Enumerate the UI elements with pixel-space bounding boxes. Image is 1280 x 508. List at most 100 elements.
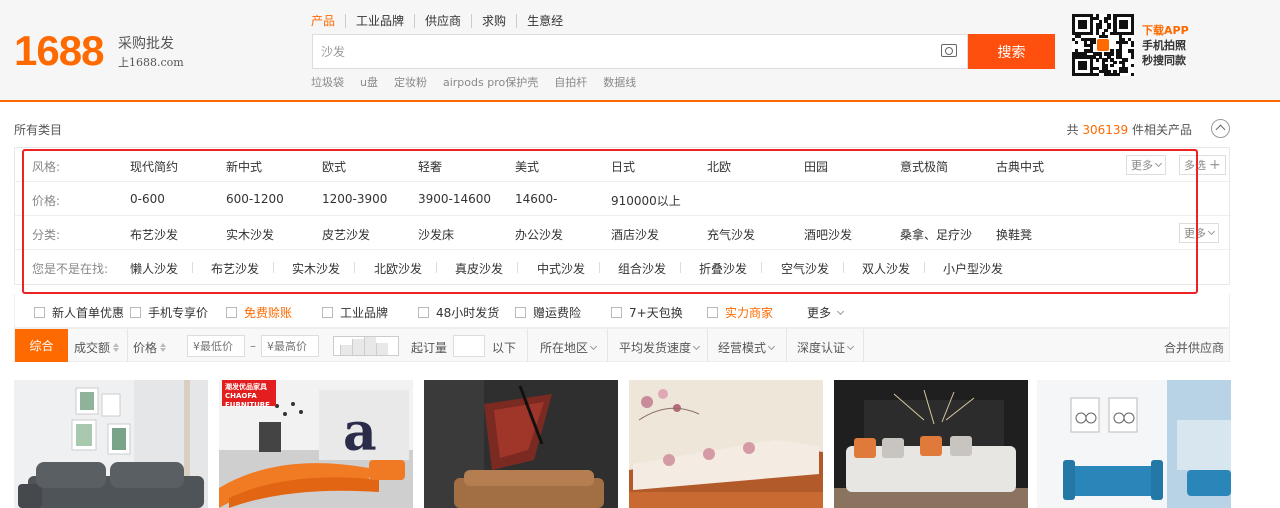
min-price-input[interactable] <box>187 335 245 357</box>
suggest-option[interactable]: 折叠沙发 <box>699 260 747 277</box>
camera-icon[interactable] <box>941 44 957 57</box>
filter-option[interactable]: 田园 <box>804 158 828 175</box>
check-48h-shipping[interactable]: 48小时发货 <box>418 304 499 321</box>
filter-option[interactable]: 古典中式 <box>996 158 1044 175</box>
filter-option[interactable]: 桑拿、足疗沙 <box>900 226 972 243</box>
checkbox[interactable] <box>418 307 429 318</box>
filter-option[interactable]: 轻奢 <box>418 158 442 175</box>
suggest-option[interactable]: 双人沙发 <box>862 260 910 277</box>
hot-word[interactable]: 垃圾袋 <box>311 74 344 90</box>
sort-bar: 综合 成交额 价格 – 起订量 以下 所在地区 平均发货速度 经营模式 深度认证… <box>14 328 1230 362</box>
breadcrumb[interactable]: 所有类目 <box>14 121 62 138</box>
sort-price[interactable]: 价格 <box>133 339 167 356</box>
hot-word[interactable]: 数据线 <box>603 74 636 90</box>
suggest-option[interactable]: 懒人沙发 <box>130 260 178 277</box>
suggest-option[interactable]: 组合沙发 <box>618 260 666 277</box>
suggest-option[interactable]: 小户型沙发 <box>943 260 1003 277</box>
filter-option[interactable]: 皮艺沙发 <box>322 226 370 243</box>
checkbox[interactable] <box>611 307 622 318</box>
hot-words: 垃圾袋 u盘 定妆粉 airpods pro保护壳 自拍杆 数据线 <box>311 74 636 90</box>
suggest-option[interactable]: 实木沙发 <box>292 260 340 277</box>
tab-products[interactable]: 产品 <box>311 14 345 28</box>
check-industrial-brand[interactable]: 工业品牌 <box>322 304 388 321</box>
filter-label-category: 分类: <box>32 228 61 242</box>
filter-option[interactable]: 充气沙发 <box>707 226 755 243</box>
filter-option[interactable]: 沙发床 <box>418 226 454 243</box>
merge-suppliers-toggle[interactable]: 合并供应商 <box>1164 339 1224 356</box>
filter-option[interactable]: 北欧 <box>707 158 731 175</box>
collapse-icon[interactable] <box>1211 119 1230 138</box>
sort-comprehensive[interactable]: 综合 <box>15 329 68 362</box>
biz-model-dropdown[interactable]: 经营模式 <box>718 339 776 356</box>
filter-option[interactable]: 办公沙发 <box>515 226 563 243</box>
filter-option[interactable]: 910000以上 <box>611 192 681 209</box>
filter-option[interactable]: 美式 <box>515 158 539 175</box>
filter-option[interactable]: 欧式 <box>322 158 346 175</box>
hot-word[interactable]: 自拍杆 <box>554 74 587 90</box>
ship-speed-label: 平均发货速度 <box>619 341 692 355</box>
filter-option[interactable]: 意式极简 <box>900 158 948 175</box>
checkbox[interactable] <box>226 307 237 318</box>
suggest-option[interactable]: 中式沙发 <box>537 260 585 277</box>
product-card-white-sofa[interactable] <box>834 380 1028 508</box>
suggest-option[interactable]: 北欧沙发 <box>374 260 422 277</box>
style-multi-select-button[interactable]: 多选 + <box>1179 155 1226 175</box>
suggest-option[interactable]: 空气沙发 <box>781 260 829 277</box>
product-card-brown-sofa[interactable] <box>424 380 618 508</box>
search-input[interactable] <box>313 35 913 68</box>
product-card-blue-sofa[interactable] <box>1037 380 1231 508</box>
tab-buying-requests[interactable]: 求购 <box>471 14 516 28</box>
ship-speed-dropdown[interactable]: 平均发货速度 <box>619 339 701 356</box>
filter-option[interactable]: 0-600 <box>130 192 165 206</box>
checkbox[interactable] <box>707 307 718 318</box>
multi-label: 多选 <box>1184 159 1206 172</box>
product-card-orange-sofa[interactable]: 潮发优品家具 CHAOFA FURNITURE a <box>219 380 413 508</box>
sort-volume[interactable]: 成交额 <box>74 339 120 356</box>
filter-option[interactable]: 3900-14600 <box>418 192 491 206</box>
tab-industrial-brands[interactable]: 工业品牌 <box>345 14 414 28</box>
filter-option[interactable]: 酒吧沙发 <box>804 226 852 243</box>
checkbox[interactable] <box>34 307 45 318</box>
hot-word[interactable]: airpods pro保护壳 <box>443 74 538 90</box>
check-7day-exchange[interactable]: 7+天包换 <box>611 304 683 321</box>
hot-word[interactable]: 定妆粉 <box>394 74 427 90</box>
moq-input[interactable] <box>453 335 485 357</box>
app-promo[interactable]: 下载APP 手机拍照 秒搜同款 <box>1142 23 1189 68</box>
search-button[interactable]: 搜索 <box>968 34 1055 69</box>
check-free-credit[interactable]: 免费赊账 <box>226 304 292 321</box>
max-price-input[interactable] <box>261 335 319 357</box>
filter-option[interactable]: 现代简约 <box>130 158 178 175</box>
checkbox[interactable] <box>322 307 333 318</box>
suggest-option[interactable]: 真皮沙发 <box>455 260 503 277</box>
filter-option[interactable]: 实木沙发 <box>226 226 274 243</box>
suggest-option[interactable]: 布艺沙发 <box>211 260 259 277</box>
hot-word[interactable]: u盘 <box>360 74 378 90</box>
filter-option[interactable]: 日式 <box>611 158 635 175</box>
certification-dropdown[interactable]: 深度认证 <box>797 339 855 356</box>
product-card-wood-sofa[interactable] <box>629 380 823 508</box>
logo[interactable]: 1688 采购批发 上1688.com <box>14 30 184 72</box>
style-more-button[interactable]: 更多 <box>1126 155 1166 175</box>
checkbox[interactable] <box>515 307 526 318</box>
tab-suppliers[interactable]: 供应商 <box>414 14 471 28</box>
check-new-customer[interactable]: 新人首单优惠 <box>34 304 124 321</box>
checkbox[interactable] <box>130 307 141 318</box>
check-strong-merchant[interactable]: 实力商家 <box>707 304 773 321</box>
filter-option[interactable]: 600-1200 <box>226 192 284 206</box>
chevron-down-icon <box>836 307 845 315</box>
filter-row-category: 分类: 布艺沙发 实木沙发 皮艺沙发 沙发床 办公沙发 酒店沙发 充气沙发 酒吧… <box>15 216 1231 250</box>
filter-option[interactable]: 酒店沙发 <box>611 226 659 243</box>
product-card-gray-sofa[interactable] <box>14 380 208 508</box>
checks-more-button[interactable]: 更多 <box>807 304 845 321</box>
filter-option[interactable]: 新中式 <box>226 158 262 175</box>
price-distribution-icon[interactable] <box>333 336 399 356</box>
location-dropdown[interactable]: 所在地区 <box>540 339 598 356</box>
filter-option[interactable]: 1200-3900 <box>322 192 387 206</box>
tab-business-tips[interactable]: 生意经 <box>516 14 573 28</box>
check-freight-insurance[interactable]: 赠运费险 <box>515 304 581 321</box>
category-more-button[interactable]: 更多 <box>1179 223 1219 243</box>
check-mobile-price[interactable]: 手机专享价 <box>130 304 208 321</box>
filter-option[interactable]: 换鞋凳 <box>996 226 1032 243</box>
filter-option[interactable]: 布艺沙发 <box>130 226 178 243</box>
filter-option[interactable]: 14600- <box>515 192 558 206</box>
